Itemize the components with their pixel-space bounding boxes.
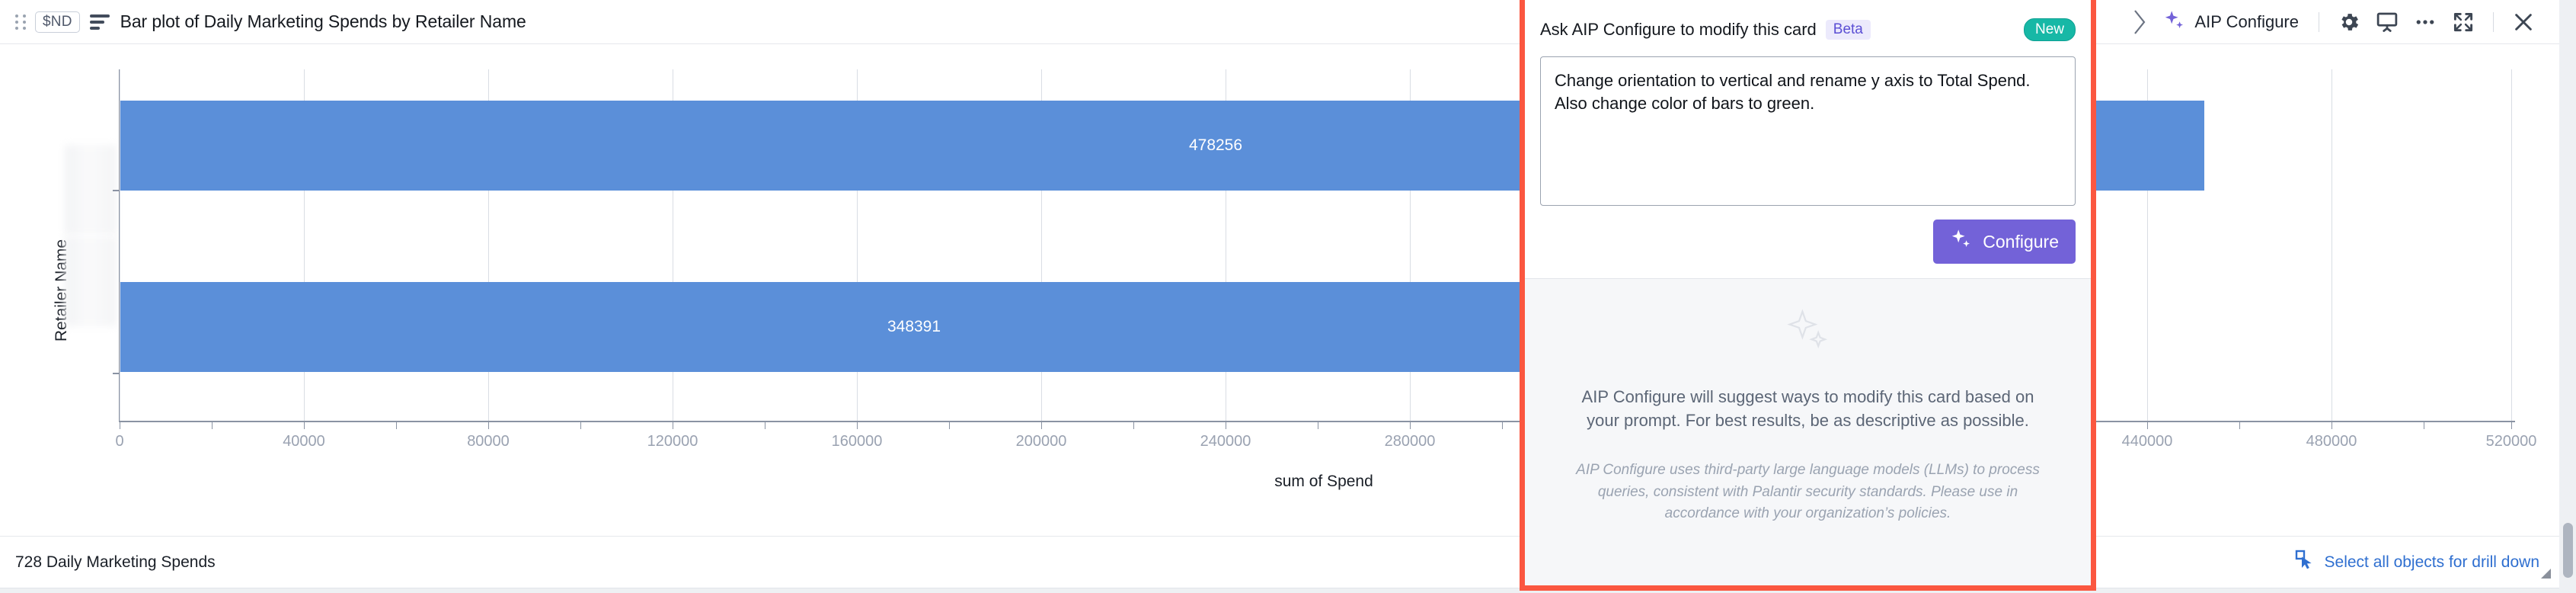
y-axis-tick [113,190,120,191]
chevron-right-icon[interactable] [2130,7,2149,37]
x-tick-label: 80000 [467,433,510,450]
x-tick-label: 280000 [1384,433,1436,450]
header-toolbar: AIP Configure [2130,0,2559,44]
new-badge: New [2023,18,2076,41]
expand-icon[interactable] [2448,7,2479,37]
bar-value-label: 348391 [887,318,941,335]
app-root: $ND Bar plot of Daily Marketing Spends b… [0,0,2576,593]
card-footer: 728 Daily Marketing Spends Select all ob… [0,536,2559,588]
x-tick-label: 440000 [2121,433,2173,450]
x-axis-tick [396,422,397,429]
chart-card: $ND Bar plot of Daily Marketing Spends b… [0,0,2559,588]
drill-down-label: Select all objects for drill down [2324,553,2539,571]
x-axis-title: sum of Spend [1274,473,1373,490]
page-title: Bar plot of Daily Marketing Spends by Re… [120,11,526,31]
x-axis-tick [304,422,305,429]
aip-empty-description: AIP Configure will suggest ways to modif… [1581,387,2034,431]
aip-configure-panel: Ask AIP Configure to modify this card Be… [1520,0,2096,591]
x-axis-tick [2511,422,2512,429]
x-tick-label: 200000 [1015,433,1067,450]
object-count-label: 728 Daily Marketing Spends [15,553,216,571]
x-tick-label: 520000 [2485,433,2537,450]
x-axis-tick [212,422,213,429]
y-tick-label-redacted-2 [65,236,117,326]
dataset-badge[interactable]: $ND [35,11,80,33]
y-axis-tick [113,373,120,374]
bar-value-label: 478256 [1188,136,1243,154]
x-tick-label: 40000 [283,433,325,450]
x-axis-tick [1502,422,1503,429]
x-axis-tick [1133,422,1134,429]
aip-empty-state: AIP Configure will suggest ways to modif… [1525,278,2091,585]
sparkle-icon [2163,9,2186,36]
aip-prompt-input[interactable] [1540,56,2076,206]
vertical-scrollbar-track[interactable] [2559,0,2576,593]
x-axis-line [119,421,2515,422]
x-axis-tick [1041,422,1042,429]
more-horizontal-icon[interactable] [2410,7,2440,37]
select-all-drill-down-link[interactable]: Select all objects for drill down [2295,550,2539,575]
x-tick-label: 0 [115,433,124,450]
aip-configure-label: AIP Configure [2194,12,2299,31]
sparkle-icon [1785,308,1831,357]
aip-configure-button[interactable]: AIP Configure [2154,5,2308,40]
resize-grip-icon[interactable] [2538,566,2552,583]
presentation-icon[interactable] [2372,7,2402,37]
x-tick-label: 480000 [2306,433,2357,450]
chart-plot-area[interactable]: Retailer Name 478256 348391 0 40000 8000… [0,44,2559,537]
x-axis-tick [2239,422,2240,429]
card-header: $ND Bar plot of Daily Marketing Spends b… [0,0,2559,44]
x-axis-tick [488,422,489,429]
x-axis-tick [580,422,581,429]
sparkle-icon [1950,228,1973,255]
bar-series-2[interactable] [120,282,1644,372]
x-tick-label: 120000 [647,433,698,450]
x-axis-tick [1410,422,1411,429]
y-tick-label-redacted-1 [65,145,117,235]
configure-button[interactable]: Configure [1933,220,2076,264]
bar-chart-horizontal-icon[interactable] [89,14,110,30]
x-axis-tick [857,422,858,429]
beta-badge: Beta [1825,19,1871,40]
x-axis-tick [949,422,950,429]
x-tick-label: 160000 [831,433,883,450]
aip-panel-header: Ask AIP Configure to modify this card Be… [1525,0,2091,47]
vertical-scrollbar-thumb[interactable] [2563,523,2573,578]
x-axis-tick [2147,422,2148,429]
drag-dots-icon[interactable] [11,14,30,30]
close-icon[interactable] [2508,7,2539,37]
gear-icon[interactable] [2334,7,2364,37]
aip-disclaimer: AIP Configure uses third-party large lan… [1576,462,2040,522]
gridline [2511,69,2512,421]
toolbar-divider-2 [2493,12,2494,32]
configure-button-label: Configure [1983,231,2059,252]
aip-panel-title: Ask AIP Configure to modify this card [1540,19,1817,39]
select-cursor-icon [2295,550,2315,575]
configure-button-row: Configure [1525,206,2091,264]
x-tick-label: 240000 [1200,433,1251,450]
